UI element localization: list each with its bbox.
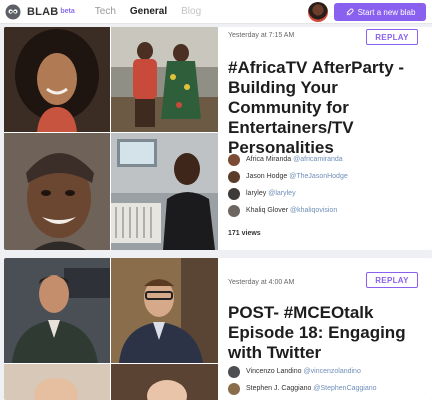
speaker-name: Stephen J. Caggiano xyxy=(246,385,312,392)
speaker-handle[interactable]: @laryley xyxy=(268,190,295,197)
video-tile-laryley[interactable] xyxy=(4,133,110,250)
replay-button[interactable]: REPLAY xyxy=(366,272,418,288)
blab-timestamp: Yesterday at 7:15 AM xyxy=(228,32,295,39)
replay-button[interactable]: REPLAY xyxy=(366,29,418,45)
user-avatar[interactable] xyxy=(308,2,328,22)
blab-card[interactable]: Yesterday at 7:15 AM REPLAY #AfricaTV Af… xyxy=(4,27,432,250)
video-tile-africa-miranda[interactable] xyxy=(4,27,110,132)
video-tile-jason-hodge[interactable] xyxy=(111,27,218,132)
video-tile-khaliq-glover[interactable] xyxy=(111,133,218,250)
speaker-item[interactable]: Khaliq Glover @khaliqovision xyxy=(228,202,348,219)
blab-title[interactable]: POST- #MCEOtalk Episode 18: Engaging wit… xyxy=(228,303,428,363)
speaker-item[interactable]: Stephen J. Caggiano @StephenCaggiano xyxy=(228,380,377,397)
nav-general[interactable]: General xyxy=(130,6,167,17)
speaker-handle[interactable]: @khaliqovision xyxy=(290,207,337,214)
video-tile-vincenzo-landino[interactable] xyxy=(4,258,110,363)
speaker-name: Khaliq Glover xyxy=(246,207,289,214)
rocket-icon xyxy=(346,7,354,16)
video-tile-stephen-caggiano[interactable] xyxy=(111,258,218,363)
blab-title[interactable]: #AfricaTV AfterParty - Building Your Com… xyxy=(228,58,428,158)
speaker-avatar xyxy=(228,204,240,217)
video-tile-participant-4[interactable] xyxy=(111,364,218,400)
speaker-list: Vincenzo Landino @vincenzolandino Stephe… xyxy=(228,363,377,397)
speaker-avatar xyxy=(228,153,240,166)
category-nav: Tech General Blog xyxy=(95,6,215,17)
speaker-avatar xyxy=(228,170,240,183)
nav-blog[interactable]: Blog xyxy=(181,6,201,17)
participant-video-grid[interactable] xyxy=(4,258,218,400)
video-tile-participant-3[interactable] xyxy=(4,364,110,400)
beta-badge: beta xyxy=(60,8,75,15)
start-new-blab-label: Start a new blab xyxy=(357,7,416,17)
speaker-handle[interactable]: @TheJasonHodge xyxy=(289,173,347,180)
top-navigation-bar: BLAB beta Tech General Blog Start a new … xyxy=(0,0,432,24)
speaker-handle[interactable]: @vincenzolandino xyxy=(304,368,361,375)
blab-logo-icon[interactable] xyxy=(5,4,21,20)
speaker-name: laryley xyxy=(246,190,267,197)
speaker-item[interactable]: Jason Hodge @TheJasonHodge xyxy=(228,168,348,185)
speaker-handle[interactable]: @StephenCaggiano xyxy=(313,385,376,392)
speaker-list: Africa Miranda @africamiranda Jason Hodg… xyxy=(228,151,348,219)
blab-timestamp: Yesterday at 4:00 AM xyxy=(228,279,295,286)
speaker-avatar xyxy=(228,365,240,378)
start-new-blab-button[interactable]: Start a new blab xyxy=(334,3,426,21)
view-count: 171 views xyxy=(228,230,261,237)
speaker-avatar xyxy=(228,187,240,200)
speaker-item[interactable]: laryley @laryley xyxy=(228,185,348,202)
speaker-item[interactable]: Vincenzo Landino @vincenzolandino xyxy=(228,363,377,380)
speaker-name: Africa Miranda xyxy=(246,156,292,163)
speaker-name: Vincenzo Landino xyxy=(246,368,302,375)
nav-tech[interactable]: Tech xyxy=(95,6,116,17)
participant-video-grid[interactable] xyxy=(4,27,218,250)
brand-name[interactable]: BLAB xyxy=(27,6,58,18)
speaker-item[interactable]: Africa Miranda @africamiranda xyxy=(228,151,348,168)
speaker-handle[interactable]: @africamiranda xyxy=(293,156,343,163)
speaker-name: Jason Hodge xyxy=(246,173,288,180)
speaker-avatar xyxy=(228,382,240,395)
blab-card[interactable]: Yesterday at 4:00 AM REPLAY POST- #MCEOt… xyxy=(4,258,432,400)
